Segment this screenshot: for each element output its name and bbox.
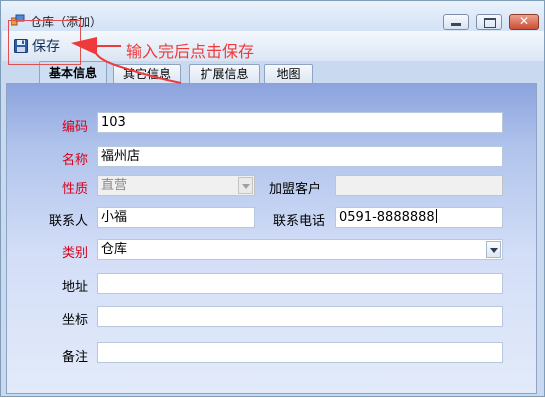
category-value: 仓库 [101,242,128,257]
minimize-button[interactable] [443,14,469,30]
address-field[interactable] [97,273,503,294]
franchisee-field [335,175,503,196]
app-window: 仓库（添加） ✕ 保存 基本信息 其它信息 扩展信息 地图 编码 103 名称 … [0,0,545,397]
annotation-highlight-box [8,20,81,65]
name-label: 名称 [62,153,89,168]
code-label: 编码 [62,120,89,135]
text-caret [435,209,437,223]
nature-select: 直营 [97,175,255,196]
tab-other-info[interactable]: 其它信息 [113,64,181,83]
contact-label: 联系人 [49,214,89,229]
name-field[interactable]: 福州店 [97,146,503,167]
coords-field[interactable] [97,306,503,327]
annotation-text: 输入完后点击保存 [126,42,255,61]
minimize-icon [451,23,461,26]
basic-info-panel: 编码 103 名称 福州店 性质 直营 加盟客户 联系人 小福 联系电话 059… [6,83,537,394]
maximize-button[interactable] [476,14,502,30]
maximize-icon [484,18,496,28]
tab-map[interactable]: 地图 [264,64,313,83]
contact-field[interactable]: 小福 [97,207,255,228]
chevron-down-icon[interactable] [486,241,501,258]
nature-label: 性质 [62,182,89,197]
remark-field[interactable] [97,342,503,363]
phone-label: 联系电话 [273,214,326,229]
title-bar[interactable]: 仓库（添加） ✕ [1,1,544,31]
address-label: 地址 [62,280,89,295]
nature-value: 直营 [101,178,128,193]
close-button[interactable]: ✕ [509,14,539,30]
tab-extended-info[interactable]: 扩展信息 [189,64,260,83]
category-label: 类别 [62,246,89,261]
phone-field[interactable]: 0591-8888888 [335,207,503,228]
remark-label: 备注 [62,350,89,365]
close-icon: ✕ [518,14,530,28]
tab-strip: 基本信息 其它信息 扩展信息 地图 [2,61,544,84]
coords-label: 坐标 [62,313,89,328]
category-select[interactable]: 仓库 [97,239,503,260]
franchisee-label: 加盟客户 [269,182,322,197]
chevron-down-icon [238,177,253,194]
code-field[interactable]: 103 [97,112,503,133]
phone-value: 0591-8888888 [339,210,435,225]
toolbar: 保存 [2,31,544,61]
